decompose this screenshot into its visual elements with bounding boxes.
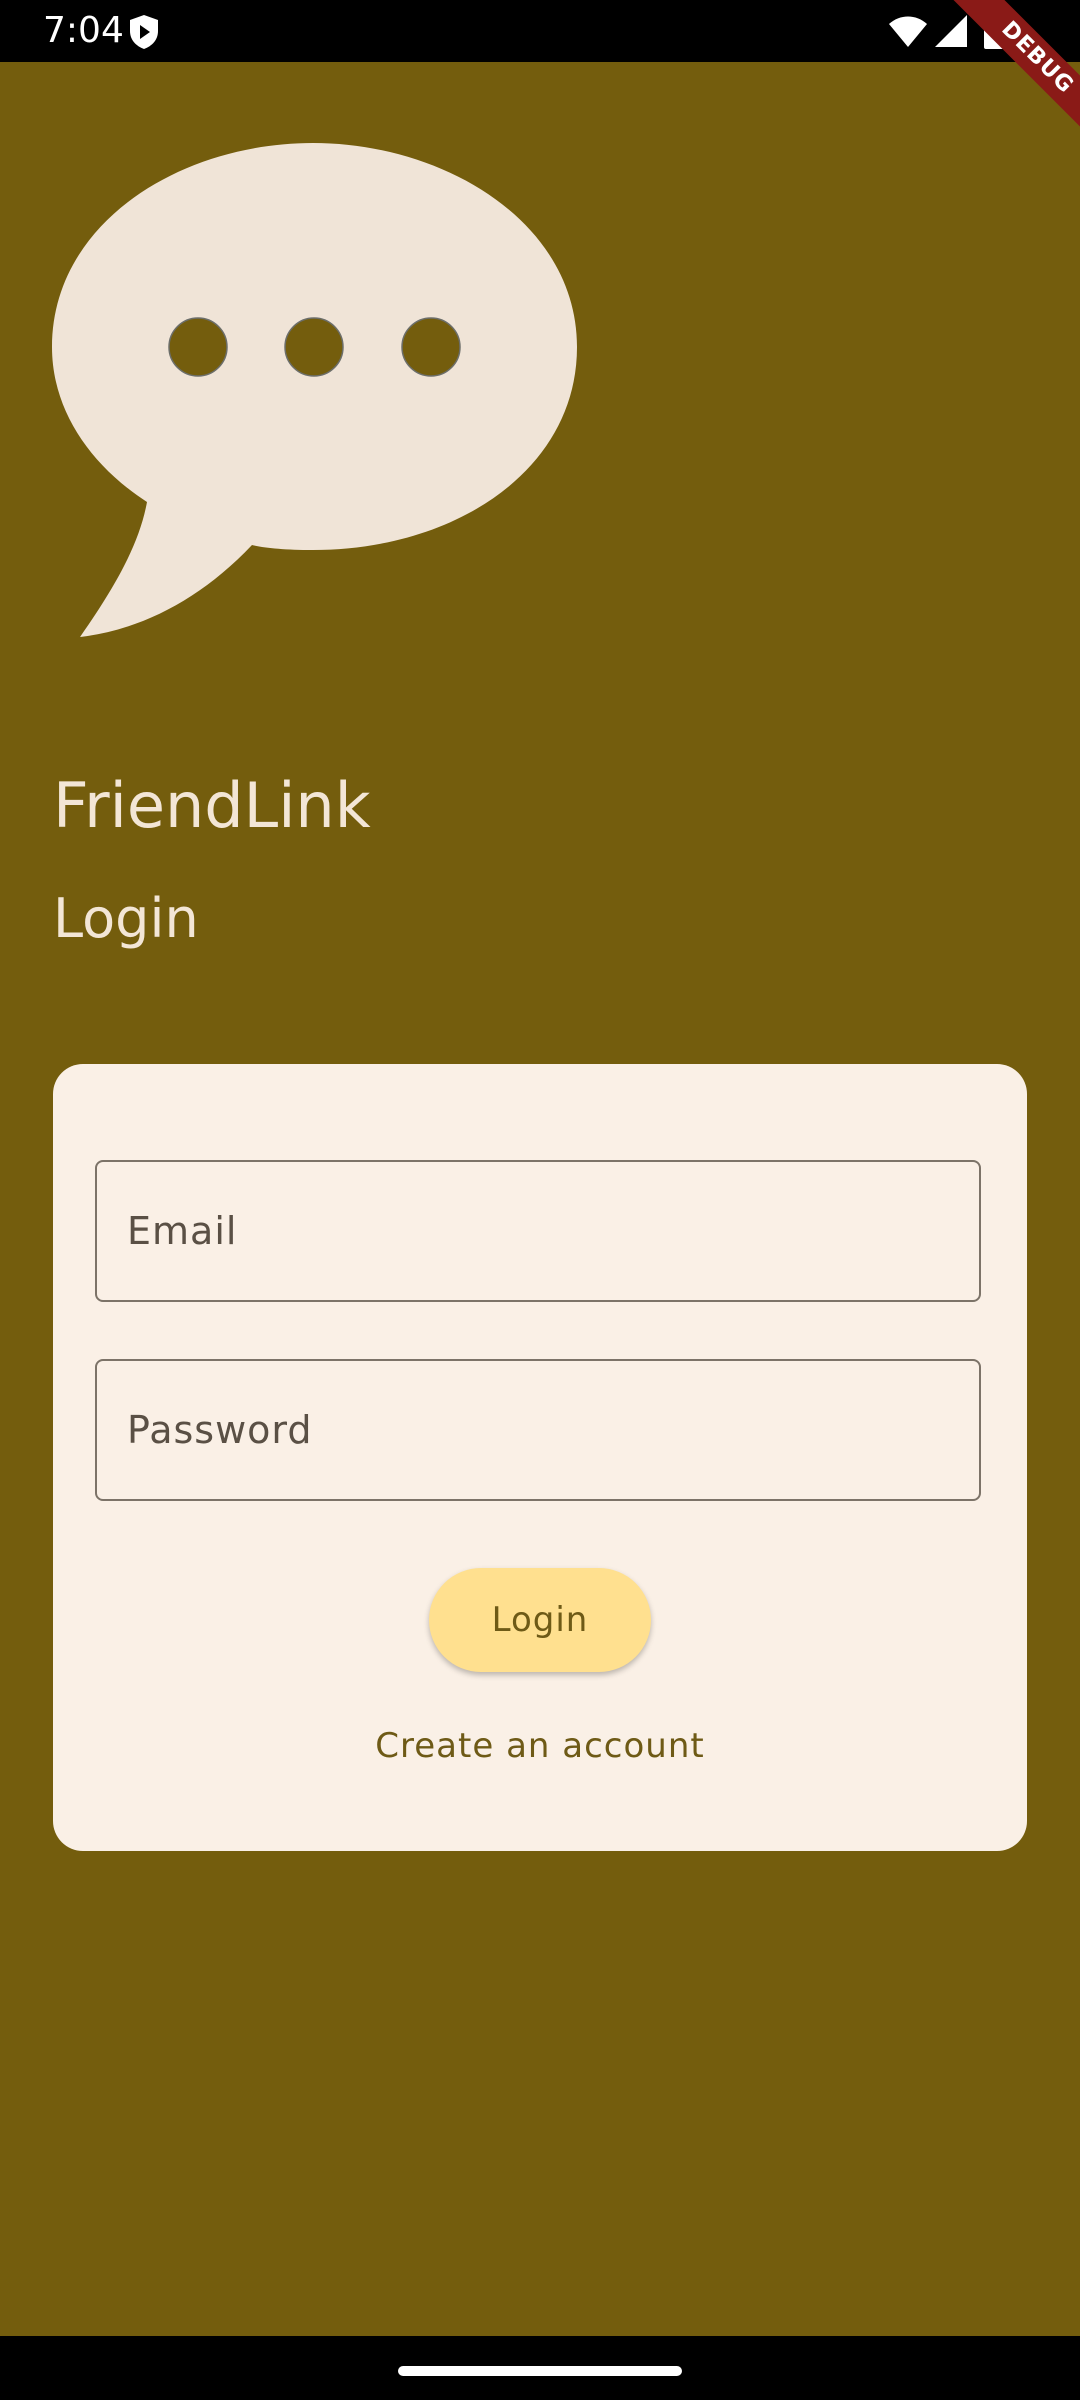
home-indicator[interactable] [398,2366,682,2376]
app-title: FriendLink [53,769,371,842]
email-input[interactable] [97,1162,979,1300]
login-screen: 7:04 DEBUG FriendLink Login Lo [0,0,1080,2400]
password-input[interactable] [97,1361,979,1499]
email-field[interactable] [95,1160,981,1302]
status-time: 7:04 [43,10,124,51]
shield-icon [130,15,158,49]
signal-icon [935,15,967,47]
status-bar: 7:04 [0,0,1080,62]
page-title: Login [53,887,199,950]
password-field[interactable] [95,1359,981,1501]
navigation-bar [0,2336,1080,2400]
chat-bubble-icon [52,143,577,637]
wifi-icon [889,16,927,47]
login-button[interactable]: Login [429,1568,651,1672]
battery-icon [984,12,1004,49]
login-card: Login Create an account [53,1064,1027,1851]
create-account-link[interactable]: Create an account [53,1724,1027,1768]
